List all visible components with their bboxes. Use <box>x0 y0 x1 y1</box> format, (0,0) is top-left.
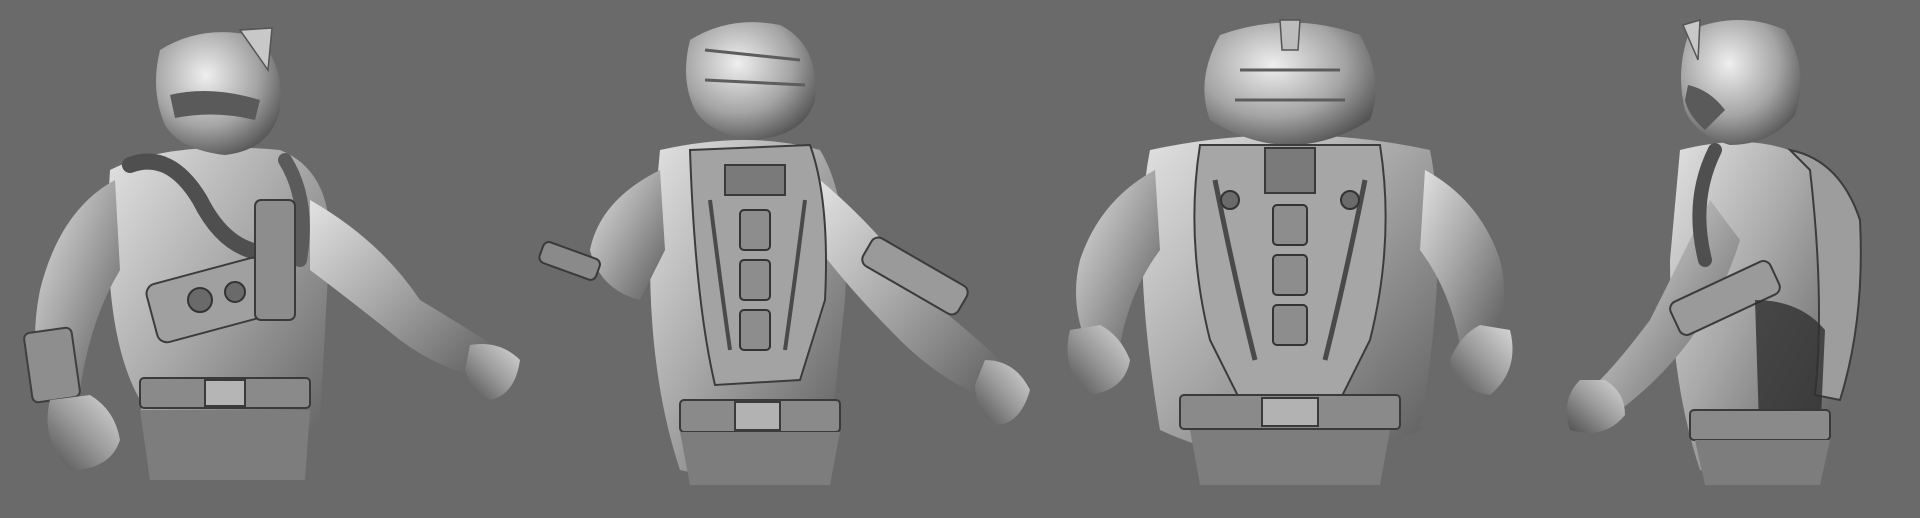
render-stage <box>0 0 1920 518</box>
view-front-three-quarter <box>0 0 540 518</box>
side-pack-shape <box>254 199 296 321</box>
belt-shape <box>1689 409 1831 441</box>
right-hand-shape <box>465 344 520 400</box>
right-hand-shape <box>975 360 1030 425</box>
view-back-three-quarter <box>530 0 1040 518</box>
view-side-profile <box>1540 0 1920 518</box>
gauntlet-panel-shape <box>23 326 81 404</box>
left-hand-shape <box>47 395 120 470</box>
view-back <box>1040 0 1540 518</box>
